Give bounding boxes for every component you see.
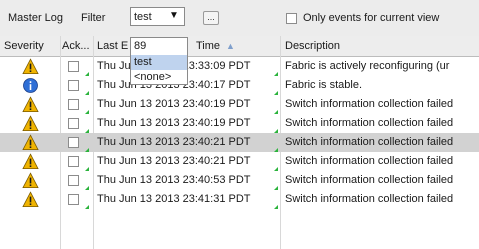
- filter-combobox-value: test: [134, 11, 152, 23]
- row-time-cell: Thu Jun 13 2013 23:40:21 PDT: [97, 155, 251, 167]
- row-description-cell: Fabric is actively reconfiguring (ur: [285, 60, 450, 72]
- table-header: Severity Ack... Last E Time ▲ Description: [0, 36, 479, 57]
- table-row[interactable]: Thu Jun 13 2013 23:40:21 PDT Switch infor…: [0, 152, 479, 171]
- row-time-cell: Thu Jun 13 2013 23:40:19 PDT: [97, 117, 251, 129]
- table-row[interactable]: Thu Jun 13 2013 23:40:19 PDT Switch infor…: [0, 95, 479, 114]
- sort-ascending-icon: ▲: [226, 41, 235, 51]
- events-table: Severity Ack... Last E Time ▲ Description…: [0, 36, 479, 249]
- warning-icon: [22, 115, 39, 132]
- acknowledge-checkbox[interactable]: [68, 156, 79, 167]
- warning-icon: [22, 153, 39, 170]
- row-description-cell: Switch information collection failed: [285, 155, 454, 167]
- column-header-ack[interactable]: Ack...: [62, 36, 92, 57]
- column-header-time[interactable]: Time ▲: [196, 36, 276, 57]
- warning-icon: [22, 96, 39, 113]
- column-header-severity[interactable]: Severity: [4, 36, 58, 57]
- dropdown-option-test[interactable]: test: [131, 55, 187, 70]
- acknowledge-checkbox[interactable]: [68, 194, 79, 205]
- row-description-cell: Fabric is stable.: [285, 79, 363, 91]
- cell-corner-marker: [85, 205, 89, 209]
- table-row[interactable]: Thu Jun 13 2013 23:40:21 PDT Switch infor…: [0, 133, 479, 152]
- column-header-last-event[interactable]: Last E: [97, 36, 133, 57]
- cell-corner-marker: [274, 205, 278, 209]
- row-time-cell: Thu Jun 13 2013 23:40:53 PDT: [97, 174, 251, 186]
- table-row[interactable]: Thu Jun 13 2013 23:33:09 PDTFabric is ac…: [0, 57, 479, 76]
- column-header-description[interactable]: Description: [285, 36, 475, 57]
- dropdown-option-89[interactable]: 89: [131, 39, 187, 54]
- warning-icon: [22, 191, 39, 208]
- row-description-cell: Switch information collection failed: [285, 136, 454, 148]
- table-row[interactable]: Thu Jun 13 2013 23:40:17 PDT Fabric is st…: [0, 76, 479, 95]
- acknowledge-checkbox[interactable]: [68, 118, 79, 129]
- only-current-view-label: Only events for current view: [303, 12, 440, 24]
- info-icon: [22, 77, 39, 94]
- row-description-cell: Switch information collection failed: [285, 117, 454, 129]
- filter-dropdown-list: 89 test <none>: [130, 37, 188, 85]
- row-description-cell: Switch information collection failed: [285, 174, 454, 186]
- row-description-cell: Switch information collection failed: [285, 98, 454, 110]
- warning-icon: [22, 172, 39, 189]
- table-row[interactable]: Thu Jun 13 2013 23:40:53 PDT Switch infor…: [0, 171, 479, 190]
- table-row[interactable]: Thu Jun 13 2013 23:41:31 PDT Switch infor…: [0, 190, 479, 209]
- acknowledge-checkbox[interactable]: [68, 80, 79, 91]
- row-time-cell: Thu Jun 13 2013 23:41:31 PDT: [97, 193, 251, 205]
- filter-options-button[interactable]: ...: [203, 11, 219, 25]
- acknowledge-checkbox[interactable]: [68, 175, 79, 186]
- row-time-cell: Thu Jun 13 2013 23:40:19 PDT: [97, 98, 251, 110]
- table-row[interactable]: Thu Jun 13 2013 23:40:19 PDT Switch infor…: [0, 114, 479, 133]
- only-current-view-checkbox[interactable]: [286, 13, 297, 24]
- warning-icon: [22, 58, 39, 75]
- acknowledge-checkbox[interactable]: [68, 61, 79, 72]
- warning-icon: [22, 134, 39, 151]
- master-log-title: Master Log: [8, 12, 64, 24]
- filter-combobox[interactable]: test ▼: [130, 7, 185, 26]
- acknowledge-checkbox[interactable]: [68, 99, 79, 110]
- dropdown-option-none[interactable]: <none>: [131, 70, 187, 85]
- log-toolbar: Master Log Filter test ▼ ... Only events…: [0, 0, 479, 36]
- acknowledge-checkbox[interactable]: [68, 137, 79, 148]
- filter-label: Filter: [81, 12, 106, 24]
- row-description-cell: Switch information collection failed: [285, 193, 454, 205]
- chevron-down-icon[interactable]: ▼: [169, 10, 179, 21]
- row-time-cell: Thu Jun 13 2013 23:40:21 PDT: [97, 136, 251, 148]
